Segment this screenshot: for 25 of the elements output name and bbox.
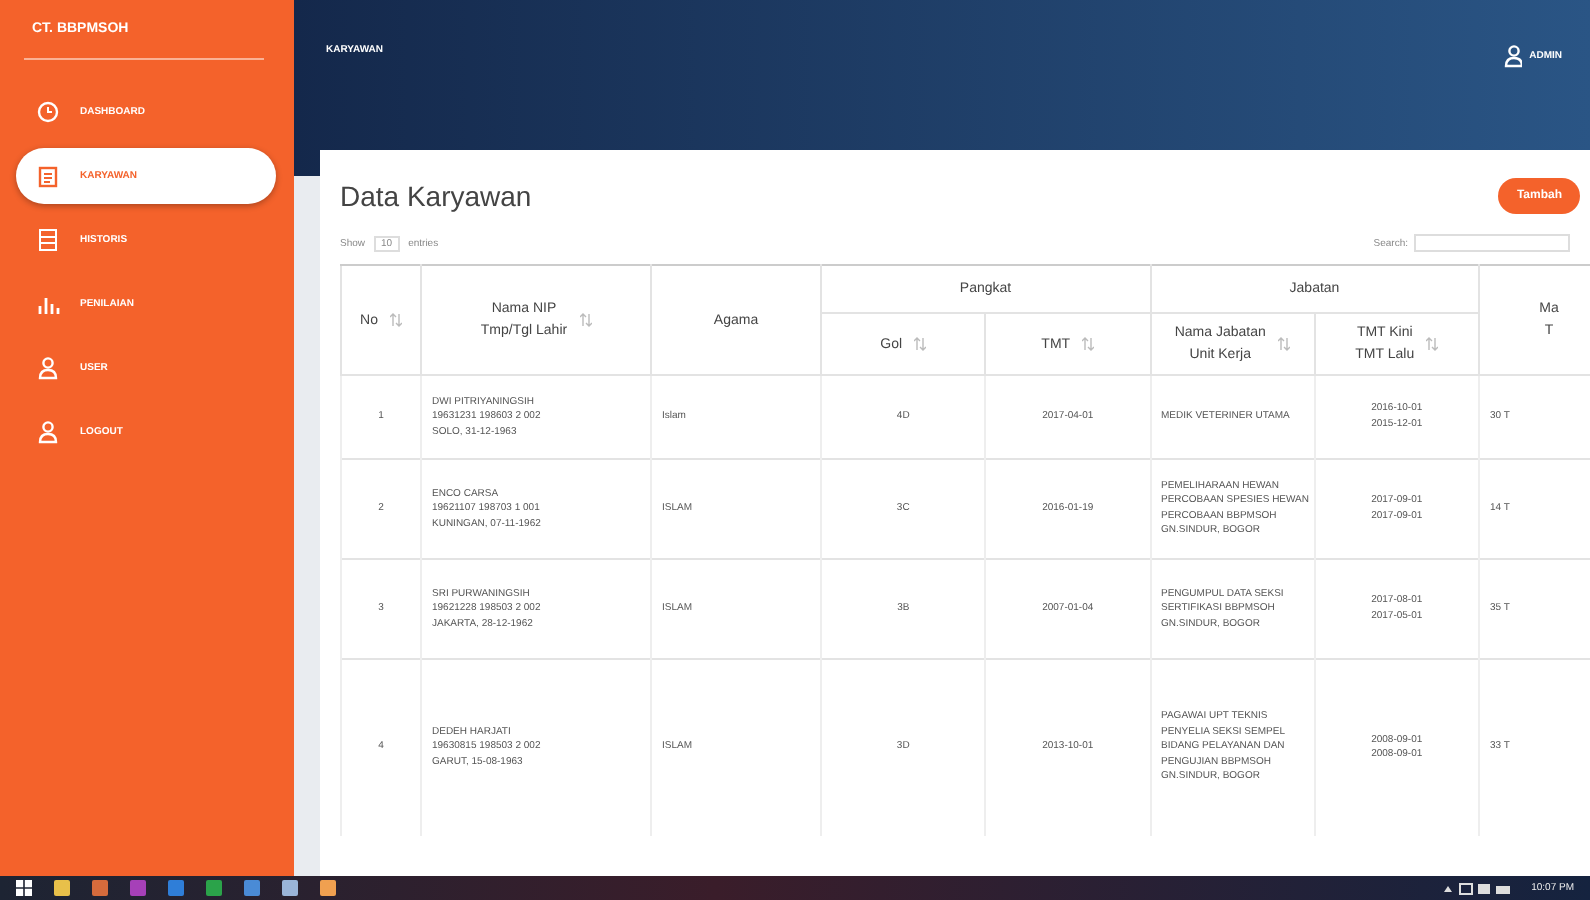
windows-start-icon[interactable]: [16, 880, 32, 896]
search-field[interactable]: [1414, 234, 1570, 252]
sort-icon: [579, 312, 592, 329]
app-icon[interactable]: [282, 880, 298, 896]
user-icon: [1501, 44, 1522, 68]
app-icon[interactable]: [206, 880, 222, 896]
page-title: Data Karyawan: [340, 180, 532, 212]
list-icon: [36, 228, 60, 252]
app-icon[interactable]: [54, 880, 70, 896]
sort-icon: [389, 312, 402, 329]
app-icon[interactable]: [92, 880, 108, 896]
sort-icon: [1277, 336, 1290, 353]
sort-icon: [1426, 336, 1439, 353]
sort-icon: [1082, 336, 1095, 353]
tray-icons-drawing: [1441, 881, 1510, 895]
clock-icon: [36, 100, 60, 124]
user-icon: [36, 420, 60, 444]
app-icon[interactable]: [130, 880, 146, 896]
sort-icon: [914, 336, 927, 353]
app-icon[interactable]: [168, 880, 184, 896]
user-icon: [36, 356, 60, 380]
bar-chart-icon: [36, 292, 60, 316]
app-icon[interactable]: [244, 880, 260, 896]
clipboard-icon: [36, 164, 60, 188]
app-icon[interactable]: [320, 880, 336, 896]
